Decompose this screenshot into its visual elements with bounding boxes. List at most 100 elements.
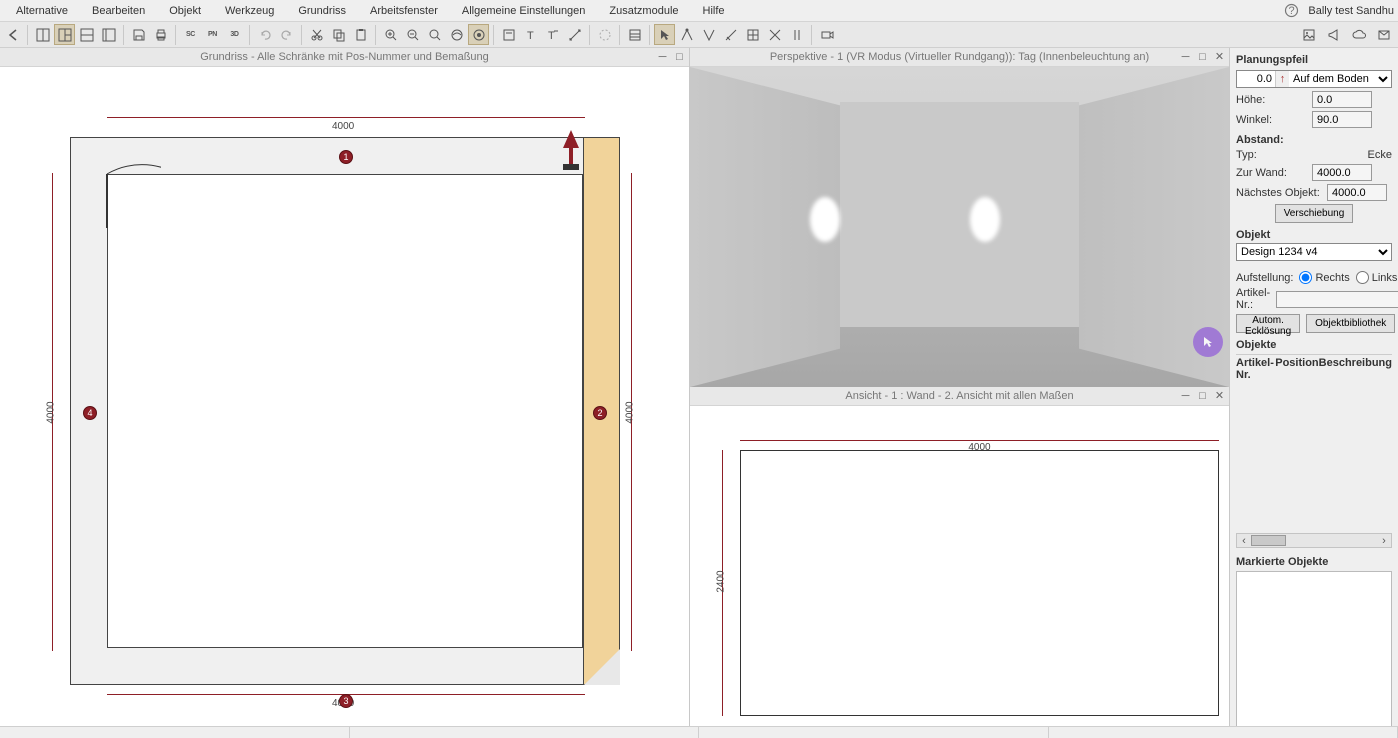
scroll-thumb[interactable] [1251,535,1286,546]
render-2-button[interactable] [468,24,489,45]
snap-2-button[interactable] [698,24,719,45]
autoeck-button[interactable]: Autom. Ecklösung [1236,314,1300,333]
elevation-wall[interactable] [740,450,1219,716]
middle-column: Perspektive - 1 (VR Modus (Virtueller Ru… [690,48,1230,726]
select-tool-button[interactable] [654,24,675,45]
zoom-fit-button[interactable] [424,24,445,45]
reference-combo[interactable]: ↑ Auf dem Boden [1236,70,1392,88]
zoom-in-button[interactable] [380,24,401,45]
paste-button[interactable] [350,24,371,45]
wall-badge-2[interactable]: 2 [593,406,607,420]
render-1-button[interactable] [446,24,467,45]
list-button[interactable] [624,24,645,45]
floorplan-viewport[interactable]: 4000 4000 4000 4000 1 2 [0,67,689,726]
properties-panel: Planungspfeil ↑ Auf dem Boden Höhe: Wink… [1230,48,1398,726]
objekte-table: Artikel-Nr. Position Beschreibung [1236,354,1392,383]
layout-1-button[interactable] [32,24,53,45]
layout-2-button[interactable] [54,24,75,45]
pn-button[interactable]: PN [202,24,223,45]
wall-badge-3[interactable]: 3 [339,694,353,708]
menu-alternative[interactable]: Alternative [4,0,80,22]
floorplan-room[interactable]: 1 2 3 4 [70,137,620,685]
maximize-icon[interactable]: □ [1195,388,1210,403]
reference-mode-select[interactable]: Auf dem Boden [1289,71,1391,87]
menu-werkzeug[interactable]: Werkzeug [213,0,286,22]
menu-zusatzmodule[interactable]: Zusatzmodule [597,0,690,22]
elevation-viewport[interactable]: 4000 2400 [690,406,1229,726]
col-position[interactable]: Position [1275,357,1318,381]
cloud-icon[interactable] [1348,24,1369,45]
abstand-heading: Abstand: [1236,134,1392,146]
reference-value[interactable] [1237,71,1275,87]
winkel-input[interactable] [1312,111,1372,128]
scroll-left-icon[interactable]: ‹ [1237,535,1251,547]
menu-arbeitsfenster[interactable]: Arbeitsfenster [358,0,450,22]
winkel-label: Winkel: [1236,114,1306,126]
cut-button[interactable] [306,24,327,45]
snap-4-button[interactable] [764,24,785,45]
menu-hilfe[interactable]: Hilfe [691,0,737,22]
menu-bearbeiten[interactable]: Bearbeiten [80,0,157,22]
hoehe-input[interactable] [1312,91,1372,108]
image-icon[interactable] [1298,24,1319,45]
back-button[interactable] [2,24,23,45]
grid-button[interactable] [742,24,763,45]
note-button[interactable] [498,24,519,45]
mail-icon[interactable] [1373,24,1394,45]
close-icon[interactable]: ✕ [1212,388,1227,403]
menu-objekt[interactable]: Objekt [157,0,213,22]
objekt-select[interactable]: Design 1234 v4 [1236,243,1392,261]
save-button[interactable] [128,24,149,45]
elev-dim-h: 2400 [716,570,727,592]
floorplan-title: Grundriss - Alle Schränke mit Pos-Nummer… [200,51,489,63]
snap-1-button[interactable] [676,24,697,45]
sc-button[interactable]: SC [180,24,201,45]
layout-4-button[interactable] [98,24,119,45]
planning-arrow-icon[interactable] [561,130,581,172]
markierte-list[interactable] [1236,571,1392,726]
door-icon[interactable] [71,138,151,218]
menu-einstellungen[interactable]: Allgemeine Einstellungen [450,0,598,22]
horizontal-scrollbar[interactable]: ‹ › [1236,533,1392,548]
artikelnr-input[interactable] [1276,291,1398,308]
measure-button[interactable] [564,24,585,45]
user-name[interactable]: Bally test Sandhu [1308,5,1394,17]
scroll-right-icon[interactable]: › [1377,535,1391,547]
maximize-icon[interactable]: □ [672,49,687,64]
copy-button[interactable] [328,24,349,45]
circle-tool-button[interactable] [594,24,615,45]
undo-button[interactable] [254,24,275,45]
svg-text:T: T [527,30,534,42]
help-icon[interactable]: ? [1282,2,1300,20]
zurwand-label: Zur Wand: [1236,167,1306,179]
rechts-radio[interactable]: Rechts [1299,271,1349,284]
perspective-viewport[interactable] [690,67,1229,387]
snap-3-button[interactable] [720,24,741,45]
menu-grundriss[interactable]: Grundriss [286,0,358,22]
typ-label: Typ: [1236,149,1286,161]
maximize-icon[interactable]: □ [1195,49,1210,64]
text-button[interactable]: T [520,24,541,45]
redo-button[interactable] [276,24,297,45]
minimize-icon[interactable]: ─ [1178,388,1193,403]
objbib-button[interactable]: Objektbibliothek [1306,314,1395,333]
zoom-out-button[interactable] [402,24,423,45]
snap-5-button[interactable] [786,24,807,45]
wall-badge-1[interactable]: 1 [339,150,353,164]
layout-3-button[interactable] [76,24,97,45]
megaphone-icon[interactable] [1323,24,1344,45]
col-beschreibung[interactable]: Beschreibung [1319,357,1392,381]
col-artikelnr[interactable]: Artikel-Nr. [1236,357,1275,381]
3d-button[interactable]: 3D [224,24,245,45]
wall-badge-4[interactable]: 4 [83,406,97,420]
minimize-icon[interactable]: ─ [1178,49,1193,64]
verschiebung-button[interactable]: Verschiebung [1275,204,1354,223]
text2-button[interactable]: T [542,24,563,45]
naechstes-input[interactable] [1327,184,1387,201]
camera-button[interactable] [816,24,837,45]
links-radio[interactable]: Links [1356,271,1398,284]
zurwand-input[interactable] [1312,164,1372,181]
close-icon[interactable]: ✕ [1212,49,1227,64]
minimize-icon[interactable]: ─ [655,49,670,64]
print-button[interactable] [150,24,171,45]
